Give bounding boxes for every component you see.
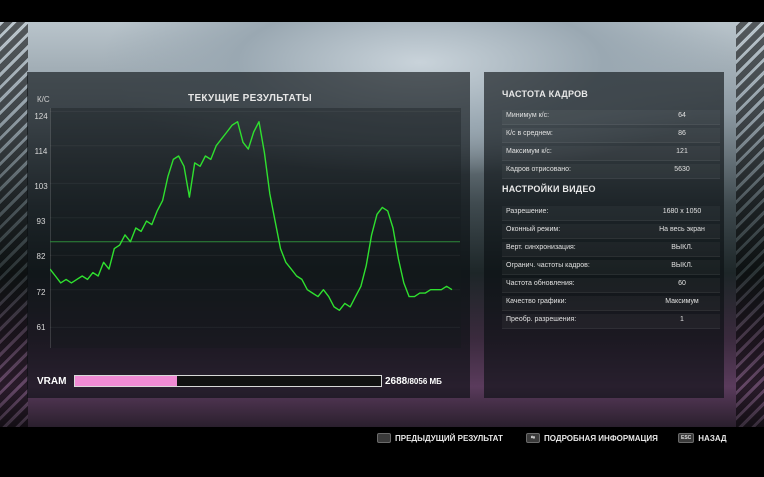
y-tick-label: 114 — [34, 147, 48, 156]
video-setting-row-value: На весь экран — [659, 226, 705, 233]
fps-stat-row: Кадров отрисовано: 5630 — [502, 164, 720, 179]
fps-stat-row-value: 121 — [676, 148, 688, 155]
spacebar-key-icon — [377, 433, 391, 443]
fps-stat-row-label: Максимум к/с: — [506, 148, 552, 155]
y-tick-label: 82 — [36, 252, 46, 261]
chart-title: ТЕКУЩИЕ РЕЗУЛЬТАТЫ — [188, 93, 312, 104]
video-setting-row-value: 60 — [678, 280, 686, 287]
fps-stat-row-label: Минимум к/с: — [506, 112, 550, 119]
fps-line-chart — [50, 110, 460, 328]
video-setting-row-label: Оконный режим: — [506, 226, 561, 233]
vram-bar-fill — [75, 376, 178, 386]
video-setting-row-label: Частота обновления: — [506, 280, 575, 287]
y-tick-label: 61 — [36, 323, 46, 332]
fps-stat-row-label: К/с в среднем: — [506, 130, 553, 137]
fps-stat-row: К/с в среднем: 86 — [502, 128, 720, 143]
fps-stat-row: Минимум к/с: 64 — [502, 110, 720, 125]
video-setting-row-value: Максимум — [665, 298, 699, 305]
vram-label: VRAM — [37, 376, 67, 387]
vram-bar — [74, 375, 382, 387]
left-decorative-border — [0, 22, 28, 427]
video-setting-row-label: Качество графики: — [506, 298, 567, 305]
fps-stat-row: Максимум к/с: 121 — [502, 146, 720, 161]
y-tick-label: 124 — [34, 112, 48, 121]
video-setting-row: Оконный режим: На весь экран — [502, 224, 720, 239]
fps-series-line — [50, 120, 453, 312]
video-setting-row-value: 1680 x 1050 — [662, 208, 702, 215]
fps-stat-row-value: 64 — [678, 112, 686, 119]
detailed-info-button[interactable]: ⇆ ПОДРОБНАЯ ИНФОРМАЦИЯ — [526, 432, 658, 444]
fps-stat-row-label: Кадров отрисовано: — [506, 166, 571, 173]
video-setting-row-label: Верт. синхронизация: — [506, 244, 576, 251]
video-setting-row-value: ВЫКЛ. — [671, 262, 693, 269]
y-tick-label: 72 — [36, 288, 46, 297]
video-setting-row-label: Огранич. частоты кадров: — [506, 262, 590, 269]
vram-used: 2688 — [385, 376, 408, 387]
esc-key-icon: ESC — [678, 433, 695, 443]
vram-total: /8056 МБ — [407, 377, 442, 386]
previous-result-label: ПРЕДЫДУЩИЙ РЕЗУЛЬТАТ — [395, 433, 503, 443]
video-setting-row: Огранич. частоты кадров: ВЫКЛ. — [502, 260, 720, 275]
video-setting-row-label: Разрешение: — [506, 208, 549, 215]
fps-section-title: ЧАСТОТА КАДРОВ — [502, 89, 589, 99]
vram-value: 2688/8056 МБ — [385, 376, 442, 387]
fps-stat-row-value: 86 — [678, 130, 686, 137]
video-setting-row-label: Преобр. разрешения: — [506, 316, 577, 323]
tab-key-icon: ⇆ — [526, 433, 540, 443]
previous-result-button[interactable]: ПРЕДЫДУЩИЙ РЕЗУЛЬТАТ — [377, 432, 503, 444]
y-tick-label: 93 — [36, 217, 46, 226]
video-setting-row: Разрешение: 1680 x 1050 — [502, 206, 720, 221]
y-axis-unit: К/С — [37, 95, 50, 104]
video-setting-row: Частота обновления: 60 — [502, 278, 720, 293]
right-decorative-border — [736, 22, 764, 427]
video-setting-row: Преобр. разрешения: 1 — [502, 314, 720, 329]
video-setting-row: Качество графики: Максимум — [502, 296, 720, 311]
video-setting-row: Верт. синхронизация: ВЫКЛ. — [502, 242, 720, 257]
y-tick-label: 103 — [34, 182, 48, 191]
detailed-info-label: ПОДРОБНАЯ ИНФОРМАЦИЯ — [544, 433, 658, 443]
video-setting-row-value: 1 — [680, 316, 684, 323]
back-label: НАЗАД — [698, 433, 727, 443]
video-section-title: НАСТРОЙКИ ВИДЕО — [502, 184, 596, 194]
video-setting-row-value: ВЫКЛ. — [671, 244, 693, 251]
fps-stat-row-value: 5630 — [674, 166, 690, 173]
back-button[interactable]: ESC НАЗАД — [678, 432, 727, 444]
